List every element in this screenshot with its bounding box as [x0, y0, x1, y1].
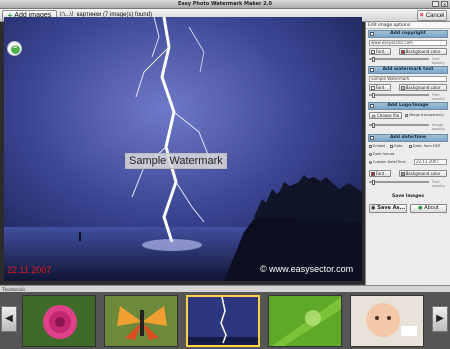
datetime-header: Add date/time: [389, 135, 427, 140]
watermark-input[interactable]: Sample Watermark: [369, 76, 447, 82]
copyright-overlay: © www.easysector.com: [260, 264, 354, 274]
about-button[interactable]: ● About: [410, 204, 447, 213]
slider-thumb[interactable]: [372, 57, 375, 62]
choose-file-button[interactable]: ▤ Choose file: [369, 112, 402, 119]
cancel-label: Cancel: [425, 12, 445, 19]
thumbnail-baby[interactable]: [350, 295, 424, 347]
thumbnail-lightning[interactable]: [186, 295, 260, 347]
preview-photo: [4, 17, 362, 281]
datetime-opacity-label: Font opacity: [432, 180, 445, 188]
merge-transparency-option[interactable]: Merge transparency: [405, 113, 444, 117]
bg-color-swatch: [401, 172, 405, 176]
section-save: Save images: [368, 194, 448, 202]
copyright-input[interactable]: www.easysector.com: [369, 40, 447, 46]
merge-transparency-checkbox[interactable]: [405, 113, 408, 117]
section-watermark[interactable]: Add watermark text: [368, 66, 448, 74]
logo-opacity-slider[interactable]: [369, 123, 429, 128]
save-as-button[interactable]: ▣ Save As...: [369, 204, 407, 213]
watermark-font-label: Font: [375, 85, 385, 90]
datetime-bg-button[interactable]: Background color: [399, 170, 447, 177]
date-label: Date: [394, 144, 403, 148]
watermark-opacity-label: Font opacity: [432, 93, 445, 101]
copyright-checkbox[interactable]: [370, 32, 374, 36]
slider-thumb[interactable]: [372, 180, 375, 185]
close-icon[interactable]: ×: [441, 1, 448, 7]
date-format-option[interactable]: Date format: [369, 152, 394, 156]
embed-label: Embed: [373, 144, 386, 148]
watermark-opacity-slider[interactable]: [369, 93, 429, 98]
custom-date-label: Custom Date/Time: [373, 160, 406, 164]
logo-header: Add Logo/Image: [387, 103, 429, 108]
bg-color-swatch: [401, 50, 405, 54]
scroll-right-icon[interactable]: ▶: [432, 306, 448, 332]
watermark-header: Add watermark text: [382, 67, 434, 72]
watermark-bg-label: Background color: [405, 85, 441, 90]
section-logo[interactable]: Add Logo/Image: [368, 102, 448, 110]
date-format-label: Date format: [373, 152, 395, 156]
copyright-bg-label: Background color: [405, 49, 441, 54]
section-copyright[interactable]: Add copyright: [368, 30, 448, 38]
datetime-checkbox[interactable]: [370, 136, 374, 140]
watermark-overlay: Sample Watermark: [125, 153, 227, 169]
font-color-swatch: [371, 50, 375, 54]
title-bar: Easy Photo Watermark Maker 2.0 _ ×: [0, 0, 450, 9]
thumbnail-butterfly[interactable]: [104, 295, 178, 347]
datetime-bg-label: Background color: [405, 171, 441, 176]
custom-date-radio[interactable]: [369, 160, 372, 164]
slider-thumb[interactable]: [372, 93, 375, 98]
about-label: About: [424, 205, 439, 211]
save-as-label: Save As...: [377, 205, 406, 211]
embed-checkbox[interactable]: [369, 144, 372, 148]
merge-transparency-label: Merge transparency: [409, 113, 445, 117]
exif-label: Date, from EXIF: [413, 144, 441, 148]
copyright-opacity-slider[interactable]: [369, 57, 429, 62]
logo-checkbox[interactable]: [370, 104, 374, 108]
thumbnail-leaf[interactable]: [268, 295, 342, 347]
thumbnails-strip: ◀ ▶: [0, 292, 450, 349]
choose-file-label: Choose file: [376, 113, 400, 118]
options-panel: Edit image options Add copyright www.eas…: [365, 22, 450, 285]
exif-checkbox[interactable]: [409, 144, 412, 148]
panel-title: Edit image options: [366, 22, 450, 29]
font-color-swatch: [371, 172, 375, 176]
thumbnails-label: Thumbnails: [0, 285, 450, 292]
minimize-icon[interactable]: _: [432, 1, 439, 7]
custom-date-option[interactable]: Custom Date/Time: [369, 160, 406, 164]
cancel-icon: ×: [419, 12, 424, 19]
cancel-button[interactable]: × Cancel: [417, 10, 447, 21]
copyright-font-label: Font: [375, 49, 385, 54]
datetime-opacity-slider[interactable]: [369, 180, 429, 185]
logo-opacity-label: Image opacity: [432, 123, 445, 131]
date-overlay: 22.11.2007: [7, 265, 52, 275]
watermark-checkbox[interactable]: [370, 68, 374, 72]
datetime-font-label: Font: [375, 171, 385, 176]
date-option[interactable]: Date: [390, 144, 402, 148]
scroll-left-icon[interactable]: ◀: [1, 306, 17, 332]
date-checkbox[interactable]: [390, 144, 393, 148]
embed-option[interactable]: Embed: [369, 144, 385, 148]
thumbnail-rose[interactable]: [22, 295, 96, 347]
watermark-font-button[interactable]: Font: [369, 84, 391, 91]
copyright-header: Add copyright: [390, 31, 426, 36]
window-title: Easy Photo Watermark Maker 2.0: [177, 1, 273, 7]
section-datetime[interactable]: Add date/time: [368, 134, 448, 142]
font-color-swatch: [371, 86, 375, 90]
date-format-radio[interactable]: [369, 152, 372, 156]
save-header: Save images: [391, 194, 425, 199]
bg-color-swatch: [401, 86, 405, 90]
exif-option[interactable]: Date, from EXIF: [409, 144, 441, 148]
logo-letter: S: [12, 44, 17, 50]
watermark-bg-button[interactable]: Background color: [399, 84, 447, 91]
copyright-opacity-label: Font opacity: [432, 57, 445, 65]
copyright-font-button[interactable]: Font: [369, 48, 391, 55]
datetime-font-button[interactable]: Font: [369, 170, 391, 177]
custom-date-input[interactable]: 22.11.2007: [414, 159, 447, 165]
slider-thumb[interactable]: [372, 123, 375, 128]
copyright-bg-button[interactable]: Background color: [399, 48, 447, 55]
